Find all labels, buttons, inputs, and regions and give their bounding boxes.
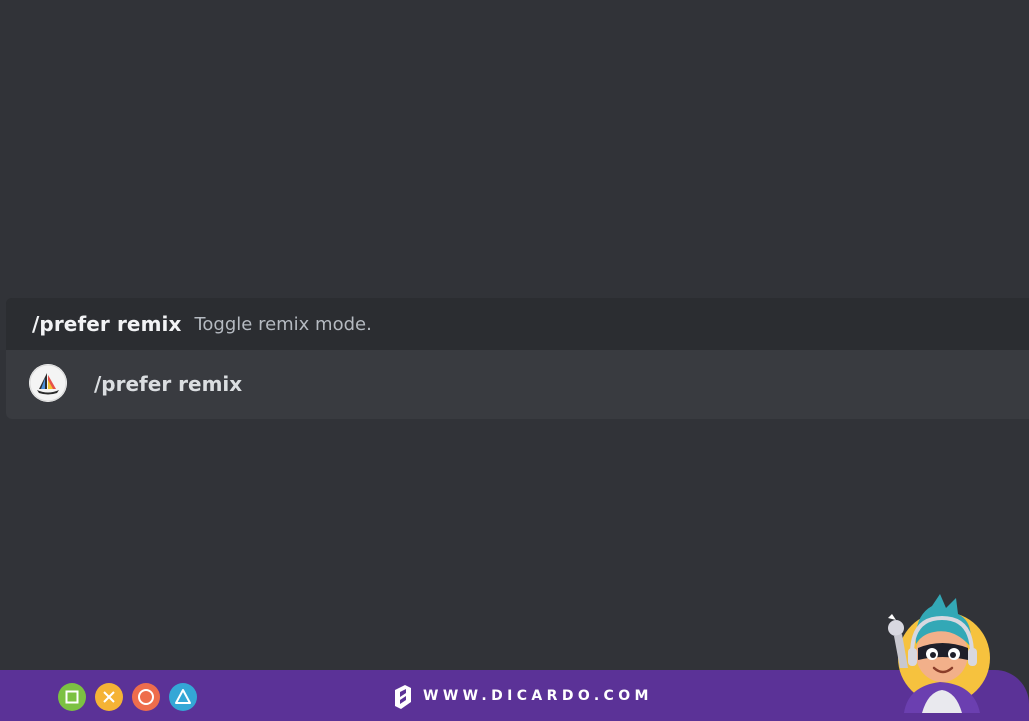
controller-buttons: [58, 683, 197, 711]
command-option-label: /prefer remix: [94, 372, 243, 396]
mascot-character-icon: [882, 588, 997, 713]
triangle-icon: [169, 683, 197, 711]
command-header: /prefer remix Toggle remix mode.: [6, 298, 1029, 350]
command-name: /prefer remix: [32, 312, 182, 336]
site-url[interactable]: WWW.DICARDO.COM: [423, 688, 653, 704]
command-autocomplete-popup: /prefer remix Toggle remix mode. /prefer…: [6, 298, 1029, 419]
command-option[interactable]: /prefer remix: [6, 350, 1029, 419]
command-description: Toggle remix mode.: [194, 313, 372, 335]
cross-icon: [95, 683, 123, 711]
chat-area: /prefer remix Toggle remix mode. /prefer…: [0, 0, 1029, 721]
dicardo-logo-icon: [391, 684, 413, 710]
midjourney-bot-avatar-icon: [29, 364, 67, 402]
brand-bar: WWW.DICARDO.COM: [0, 670, 1029, 721]
circle-icon: [132, 683, 160, 711]
square-icon: [58, 683, 86, 711]
